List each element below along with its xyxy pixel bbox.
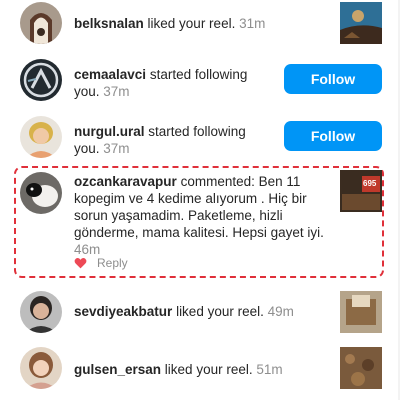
notification-row[interactable]: belksnalan liked your reel. 31m (0, 0, 400, 44)
notification-text: belksnalan liked your reel. 31m (74, 16, 266, 31)
notification-text: cemaalavci started following you. 37m (74, 67, 248, 99)
notification-text: sevdiyeakbatur liked your reel. 49m (74, 304, 294, 319)
reply-button[interactable]: Reply (97, 256, 128, 270)
reel-thumbnail[interactable] (340, 291, 382, 333)
avatar[interactable] (20, 291, 62, 333)
username[interactable]: belksnalan (74, 16, 144, 31)
reel-thumbnail[interactable] (340, 2, 382, 44)
avatar[interactable] (20, 172, 62, 214)
follow-button[interactable]: Follow (284, 64, 382, 94)
notification-text: nurgul.ural started following you. 37m (74, 124, 246, 156)
heart-icon[interactable] (74, 257, 87, 269)
avatar[interactable] (20, 59, 62, 101)
username[interactable]: cemaalavci (74, 67, 146, 82)
username[interactable]: ozcankaravapur (74, 174, 177, 189)
reel-thumbnail[interactable] (340, 347, 382, 389)
reel-thumbnail[interactable]: 695 (340, 170, 382, 212)
username[interactable]: gulsen_ersan (74, 362, 161, 377)
avatar[interactable] (20, 116, 62, 158)
reply-line: Reply (74, 256, 128, 270)
notification-row[interactable]: sevdiyeakbatur liked your reel. 49m (0, 290, 400, 334)
notification-row[interactable]: nurgul.ural started following you. 37m F… (0, 114, 400, 162)
avatar[interactable] (20, 2, 62, 44)
notification-row[interactable]: gulsen_ersan liked your reel. 51m (0, 346, 400, 390)
notification-text: gulsen_ersan liked your reel. 51m (74, 362, 283, 377)
comment-text: ozcankaravapur commented: Ben 11 kopegim… (74, 174, 324, 257)
username[interactable]: nurgul.ural (74, 124, 145, 139)
follow-button[interactable]: Follow (284, 121, 382, 151)
notification-row[interactable]: ozcankaravapur commented: Ben 11 kopegim… (0, 170, 400, 270)
thumbnail-badge: 695 (363, 179, 377, 188)
avatar[interactable] (20, 347, 62, 389)
username[interactable]: sevdiyeakbatur (74, 304, 172, 319)
notification-row[interactable]: cemaalavci started following you. 37m Fo… (0, 57, 400, 105)
